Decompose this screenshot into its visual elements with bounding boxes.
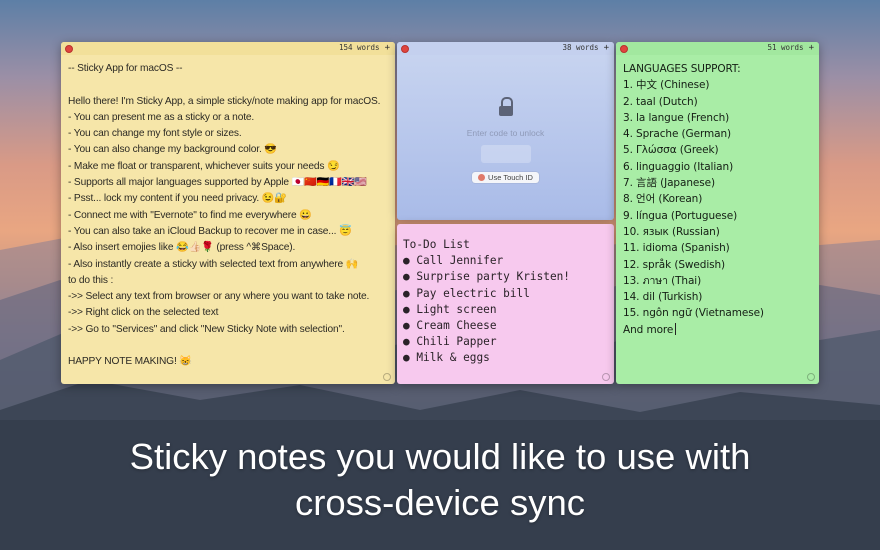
note-line: to do this :: [68, 274, 114, 286]
close-button[interactable]: [401, 45, 409, 53]
note-line: 3. la langue (French): [623, 111, 730, 124]
note-line: 12. språk (Swedish): [623, 258, 726, 271]
fingerprint-icon: [478, 174, 486, 181]
todo-item: ● Surprise party Kristen!: [403, 270, 570, 284]
add-note-button[interactable]: +: [809, 43, 814, 53]
note-line: 9. língua (Portuguese): [623, 209, 738, 222]
note-line: - Supports all major languages supported…: [68, 177, 367, 189]
note-line: 14. dil (Turkish): [623, 291, 703, 304]
note-line: - You can also take an iCloud Backup to …: [68, 225, 352, 237]
note-line: 11. idioma (Spanish): [623, 242, 730, 255]
note-line: 4. Sprache (German): [623, 128, 732, 141]
note-line: 5. Γλώσσα (Greek): [623, 144, 719, 157]
touch-id-button[interactable]: Use Touch ID: [472, 172, 539, 183]
marketing-caption: Sticky notes you would like to use with …: [0, 434, 880, 526]
todo-item: ● Milk & eggs: [403, 351, 490, 365]
add-note-button[interactable]: +: [604, 43, 609, 53]
word-count: 38 words +: [562, 43, 609, 53]
note-line: 1. 中文 (Chinese): [623, 79, 710, 92]
todo-item: ● Light screen: [403, 302, 497, 316]
note-line: 13. ภาษา (Thai): [623, 274, 702, 287]
note-line: ->> Go to "Services" and click "New Stic…: [68, 323, 345, 335]
note-line: Hello there! I'm Sticky App, a simple st…: [68, 95, 381, 107]
todo-item: ● Pay electric bill: [403, 286, 530, 300]
close-button[interactable]: [620, 45, 628, 53]
note-title-bar[interactable]: 51 words +: [616, 42, 819, 55]
note-line-last: And more: [623, 322, 812, 338]
lock-panel: Enter code to unlock Use Touch ID: [397, 97, 614, 185]
sticky-note-locked[interactable]: 38 words + Enter code to unlock Use Touch…: [397, 42, 614, 220]
todo-item: ● Chili Papper: [403, 335, 497, 349]
caption-line-2: cross-device sync: [294, 482, 586, 523]
note-line: ->> Right click on the selected text: [68, 307, 219, 319]
note-line: 15. ngôn ngữ (Vietnamese): [623, 307, 764, 320]
note-line: - Psst... lock my content if you need pr…: [68, 193, 287, 205]
note-line: 10. язык (Russian): [623, 225, 720, 238]
note-line: -- Sticky App for macOS --: [68, 63, 183, 74]
note-title-bar[interactable]: 38 words +: [397, 42, 614, 55]
note-line: 2. taal (Dutch): [623, 95, 698, 108]
note-line: - You can change my font style or sizes.: [68, 128, 242, 140]
sticky-note-intro[interactable]: 154 words + -- Sticky App for macOS -- He…: [61, 42, 395, 384]
unlock-code-input[interactable]: [480, 145, 531, 163]
note-line: HAPPY NOTE MAKING! 😸: [68, 356, 192, 368]
text-cursor: [675, 322, 677, 335]
add-note-button[interactable]: +: [385, 43, 390, 53]
note-line: - Also instantly create a sticky with se…: [68, 258, 359, 270]
resize-handle-icon[interactable]: [807, 373, 815, 381]
note-line: - Connect me with "Evernote" to find me …: [68, 209, 312, 221]
note-line: - You can also change my background colo…: [68, 144, 277, 156]
resize-handle-icon[interactable]: [602, 373, 610, 381]
sticky-note-todo[interactable]: To-Do List ● Call Jennifer ● Surprise pa…: [397, 224, 614, 384]
note-title-bar[interactable]: 154 words +: [61, 42, 395, 55]
caption-line-1: Sticky notes you would like to use with: [129, 436, 751, 477]
note-line: - Make me float or transparent, whicheve…: [68, 160, 340, 172]
note-text-area[interactable]: LANGUAGES SUPPORT: 1. 中文 (Chinese) 2. ta…: [616, 55, 819, 344]
lock-icon: [498, 97, 514, 117]
note-text-area[interactable]: -- Sticky App for macOS -- Hello there! …: [61, 55, 395, 377]
note-line: - Also insert emojies like 😂👍🏻🌹 (press ^…: [68, 242, 296, 254]
word-count: 154 words +: [338, 43, 390, 53]
todo-item: ● Cream Cheese: [403, 319, 497, 333]
todo-title: To-Do List: [403, 238, 470, 251]
note-line: 8. 언어 (Korean): [623, 193, 703, 206]
note-line: LANGUAGES SUPPORT:: [623, 63, 741, 75]
todo-item: ● Call Jennifer: [403, 254, 504, 268]
close-button[interactable]: [65, 45, 73, 53]
note-line: - You can present me as a sticky or a no…: [68, 111, 255, 123]
sticky-note-languages[interactable]: 51 words + LANGUAGES SUPPORT: 1. 中文 (Chin…: [616, 42, 819, 384]
note-line: 6. linguaggio (Italian): [623, 160, 734, 173]
note-text-area[interactable]: To-Do List ● Call Jennifer ● Surprise pa…: [397, 224, 614, 380]
resize-handle-icon[interactable]: [383, 373, 391, 381]
unlock-hint: Enter code to unlock: [466, 128, 545, 138]
note-line: ->> Select any text from browser or any …: [68, 291, 370, 303]
note-line: 7. 言語 (Japanese): [623, 177, 715, 190]
word-count: 51 words +: [767, 43, 814, 53]
